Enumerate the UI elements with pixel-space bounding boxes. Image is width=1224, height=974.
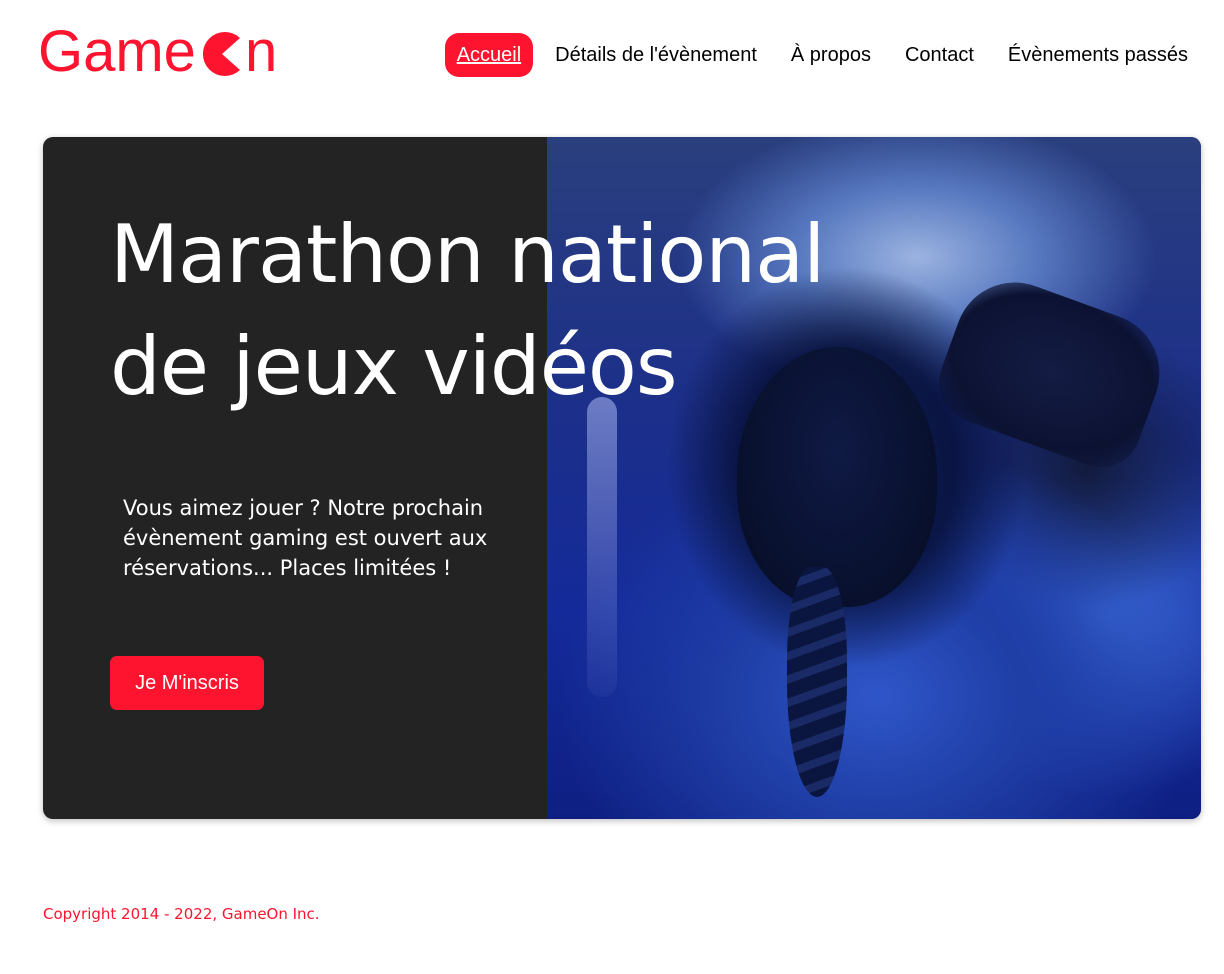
hero-image-detail-left — [587, 397, 617, 697]
pacman-icon — [200, 32, 244, 76]
signup-button[interactable]: Je M'inscris — [110, 656, 264, 710]
nav-item-a-propos[interactable]: À propos — [779, 33, 883, 77]
main-nav: Accueil Détails de l'évènement À propos … — [435, 31, 1200, 79]
hero-description: Vous aimez jouer ? Notre prochain évènem… — [123, 496, 488, 580]
hero-title: Marathon national de jeux vidéos — [110, 208, 825, 413]
nav-item-accueil[interactable]: Accueil — [444, 33, 534, 77]
nav-item-contact[interactable]: Contact — [893, 33, 986, 77]
gameon-logo[interactable]: Game n — [38, 19, 278, 84]
braid-shape — [787, 567, 847, 797]
logo-text-start: Game — [38, 19, 196, 84]
nav-item-details[interactable]: Détails de l'évènement — [543, 33, 769, 77]
gamepad-shape — [927, 265, 1177, 479]
nav-item-evenements-passes[interactable]: Évènements passés — [996, 33, 1200, 77]
copyright-text: Copyright 2014 - 2022, GameOn Inc. — [43, 905, 320, 923]
hero-section: Marathon national de jeux vidéos Vous ai… — [43, 137, 1201, 819]
logo-text-end: n — [244, 19, 278, 84]
